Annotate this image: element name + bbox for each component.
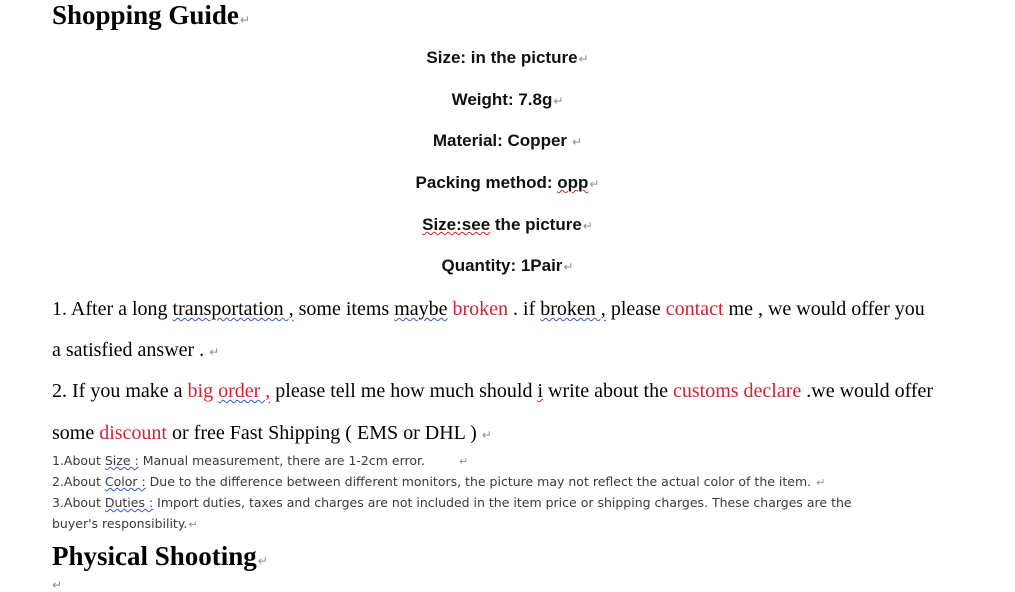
spec-quantity-text: Quantity: 1Pair — [441, 256, 563, 275]
policy-2-discount-highlight: discount — [99, 422, 167, 444]
spec-line-material: Material: Copper ↵ — [0, 132, 1015, 149]
return-mark-icon: ↵ — [52, 578, 63, 592]
spec-line-weight: Weight: 7.8g↵ — [0, 91, 1015, 108]
policy-2-number: 2. — [52, 380, 72, 402]
return-mark-icon: ↵ — [257, 554, 268, 568]
spec-size-see-rest: the picture — [490, 215, 582, 234]
policy-2-seg-c: write about the — [543, 380, 673, 402]
policy-1-seg-b: some items — [293, 298, 395, 320]
note-item-duties-wrap: buyer's responsibility.↵ — [52, 516, 198, 531]
policy-1-seg-e: please — [605, 298, 666, 320]
heading-shopping-guide: Shopping Guide↵ — [52, 2, 250, 29]
return-mark-icon: ↵ — [572, 135, 583, 149]
policy-1-seg-d: . if — [508, 298, 541, 320]
policy-2-big-highlight: big — [187, 380, 219, 402]
heading-physical-shooting-text: Physical Shooting — [52, 541, 257, 571]
return-mark-icon: ↵ — [578, 52, 589, 66]
policy-2-seg-a: If you make a — [72, 380, 188, 402]
return-mark-icon: ↵ — [816, 476, 826, 489]
return-mark-icon: ↵ — [481, 428, 492, 442]
policy-1-seg-f: me , we would offer you — [723, 298, 925, 320]
policy-2-seg-b: please tell me how much should — [270, 380, 538, 402]
return-mark-icon: ↵ — [459, 455, 469, 468]
spec-weight-text: Weight: 7.8g — [451, 90, 553, 109]
note-1-number: 1.About — [52, 453, 105, 468]
note-item-duties: 3.About Duties : Import duties, taxes an… — [52, 495, 852, 510]
policy-2-line-2-b: or free Fast Shipping ( EMS or DHL ) — [167, 422, 477, 444]
note-2-keyword: Color : — [104, 474, 146, 489]
policy-1-line-2-text: a satisfied answer . — [52, 339, 205, 361]
return-mark-icon: ↵ — [188, 518, 198, 531]
spec-line-packing-method: Packing method: opp↵ — [0, 174, 1015, 191]
return-mark-icon: ↵ — [209, 345, 220, 359]
note-3-text-wrap: buyer's responsibility. — [52, 516, 188, 531]
spec-line-size-see: Size:see the picture↵ — [0, 216, 1015, 233]
policy-1-seg-a: After a long — [70, 298, 173, 320]
heading-physical-shooting: Physical Shooting↵ — [52, 543, 268, 570]
note-3-keyword: Duties : — [104, 495, 154, 510]
spec-size-see-keyword: Size:see — [422, 215, 491, 234]
policy-2-line-2: some discount or free Fast Shipping ( EM… — [52, 423, 492, 443]
note-3-number: 3.About — [52, 495, 105, 510]
return-mark-icon: ↵ — [239, 13, 250, 27]
return-mark-icon: ↵ — [589, 177, 600, 191]
note-item-size: 1.About Size : Manual measurement, there… — [52, 453, 469, 468]
spec-packing-label: Packing method: — [415, 173, 558, 192]
policy-2-order-highlight: order , — [218, 380, 271, 402]
spec-material-text: Material: Copper — [432, 131, 568, 150]
policy-1-transportation: transportation , — [172, 298, 294, 320]
policy-1-maybe: maybe — [394, 298, 448, 320]
policy-2-customs-highlight: customs declare — [672, 380, 802, 402]
policy-2-line-1: 2. If you make a big order , please tell… — [52, 381, 933, 401]
policy-1-contact-highlight: contact — [665, 298, 724, 320]
policy-2-seg-d: .we would offer — [801, 380, 934, 402]
note-2-text: Due to the difference between different … — [145, 474, 812, 489]
note-item-color: 2.About Color : Due to the difference be… — [52, 474, 826, 489]
note-2-number: 2.About — [52, 474, 105, 489]
policy-1-line-2: a satisfied answer . ↵ — [52, 340, 219, 360]
policy-1-number: 1. — [52, 298, 71, 320]
spec-line-quantity: Quantity: 1Pair↵ — [0, 257, 1015, 274]
document-page: Shopping Guide↵ Size: in the picture↵ We… — [0, 0, 1015, 592]
spec-packing-value: opp — [557, 173, 589, 192]
note-3-text: Import duties, taxes and charges are not… — [153, 495, 852, 510]
spec-size-text: Size: in the picture — [426, 48, 578, 67]
return-mark-icon: ↵ — [563, 260, 574, 274]
policy-1-broken-highlight: broken — [452, 298, 509, 320]
policy-1-broken-2: broken , — [540, 298, 606, 320]
return-mark-icon: ↵ — [582, 219, 593, 233]
policy-2-line-2-a: some — [52, 422, 100, 444]
return-mark-icon: ↵ — [553, 94, 564, 108]
heading-shopping-guide-text: Shopping Guide — [52, 0, 239, 30]
note-1-keyword: Size : — [104, 453, 139, 468]
spec-line-size: Size: in the picture↵ — [0, 49, 1015, 66]
policy-1-line-1: 1. After a long transportation , some it… — [52, 299, 925, 319]
note-1-text: Manual measurement, there are 1-2cm erro… — [138, 453, 425, 468]
